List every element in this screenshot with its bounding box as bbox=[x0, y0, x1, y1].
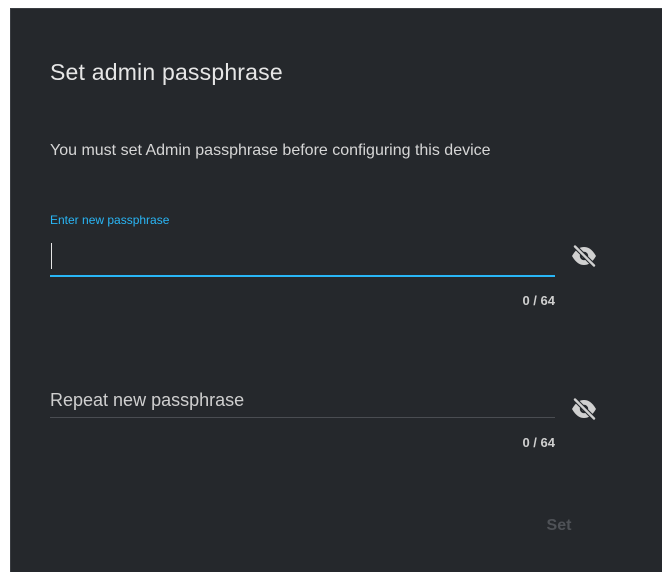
eye-off-icon[interactable] bbox=[566, 394, 602, 424]
set-button[interactable]: Set bbox=[527, 509, 591, 543]
new-passphrase-field: Enter new passphrase bbox=[50, 213, 555, 279]
dialog-message: You must set Admin passphrase before con… bbox=[50, 142, 491, 159]
repeat-passphrase-input[interactable] bbox=[50, 385, 555, 415]
new-passphrase-counter: 0 / 64 bbox=[522, 293, 555, 308]
new-passphrase-underline bbox=[50, 275, 555, 277]
new-passphrase-label: Enter new passphrase bbox=[50, 213, 170, 227]
set-passphrase-dialog: Set admin passphrase You must set Admin … bbox=[10, 8, 662, 572]
eye-off-icon[interactable] bbox=[566, 241, 602, 271]
repeat-passphrase-counter: 0 / 64 bbox=[522, 435, 555, 450]
new-passphrase-input[interactable] bbox=[50, 239, 555, 271]
dialog-title: Set admin passphrase bbox=[50, 59, 283, 85]
text-caret bbox=[51, 243, 52, 269]
repeat-passphrase-field bbox=[50, 379, 555, 425]
repeat-passphrase-underline bbox=[50, 417, 555, 418]
